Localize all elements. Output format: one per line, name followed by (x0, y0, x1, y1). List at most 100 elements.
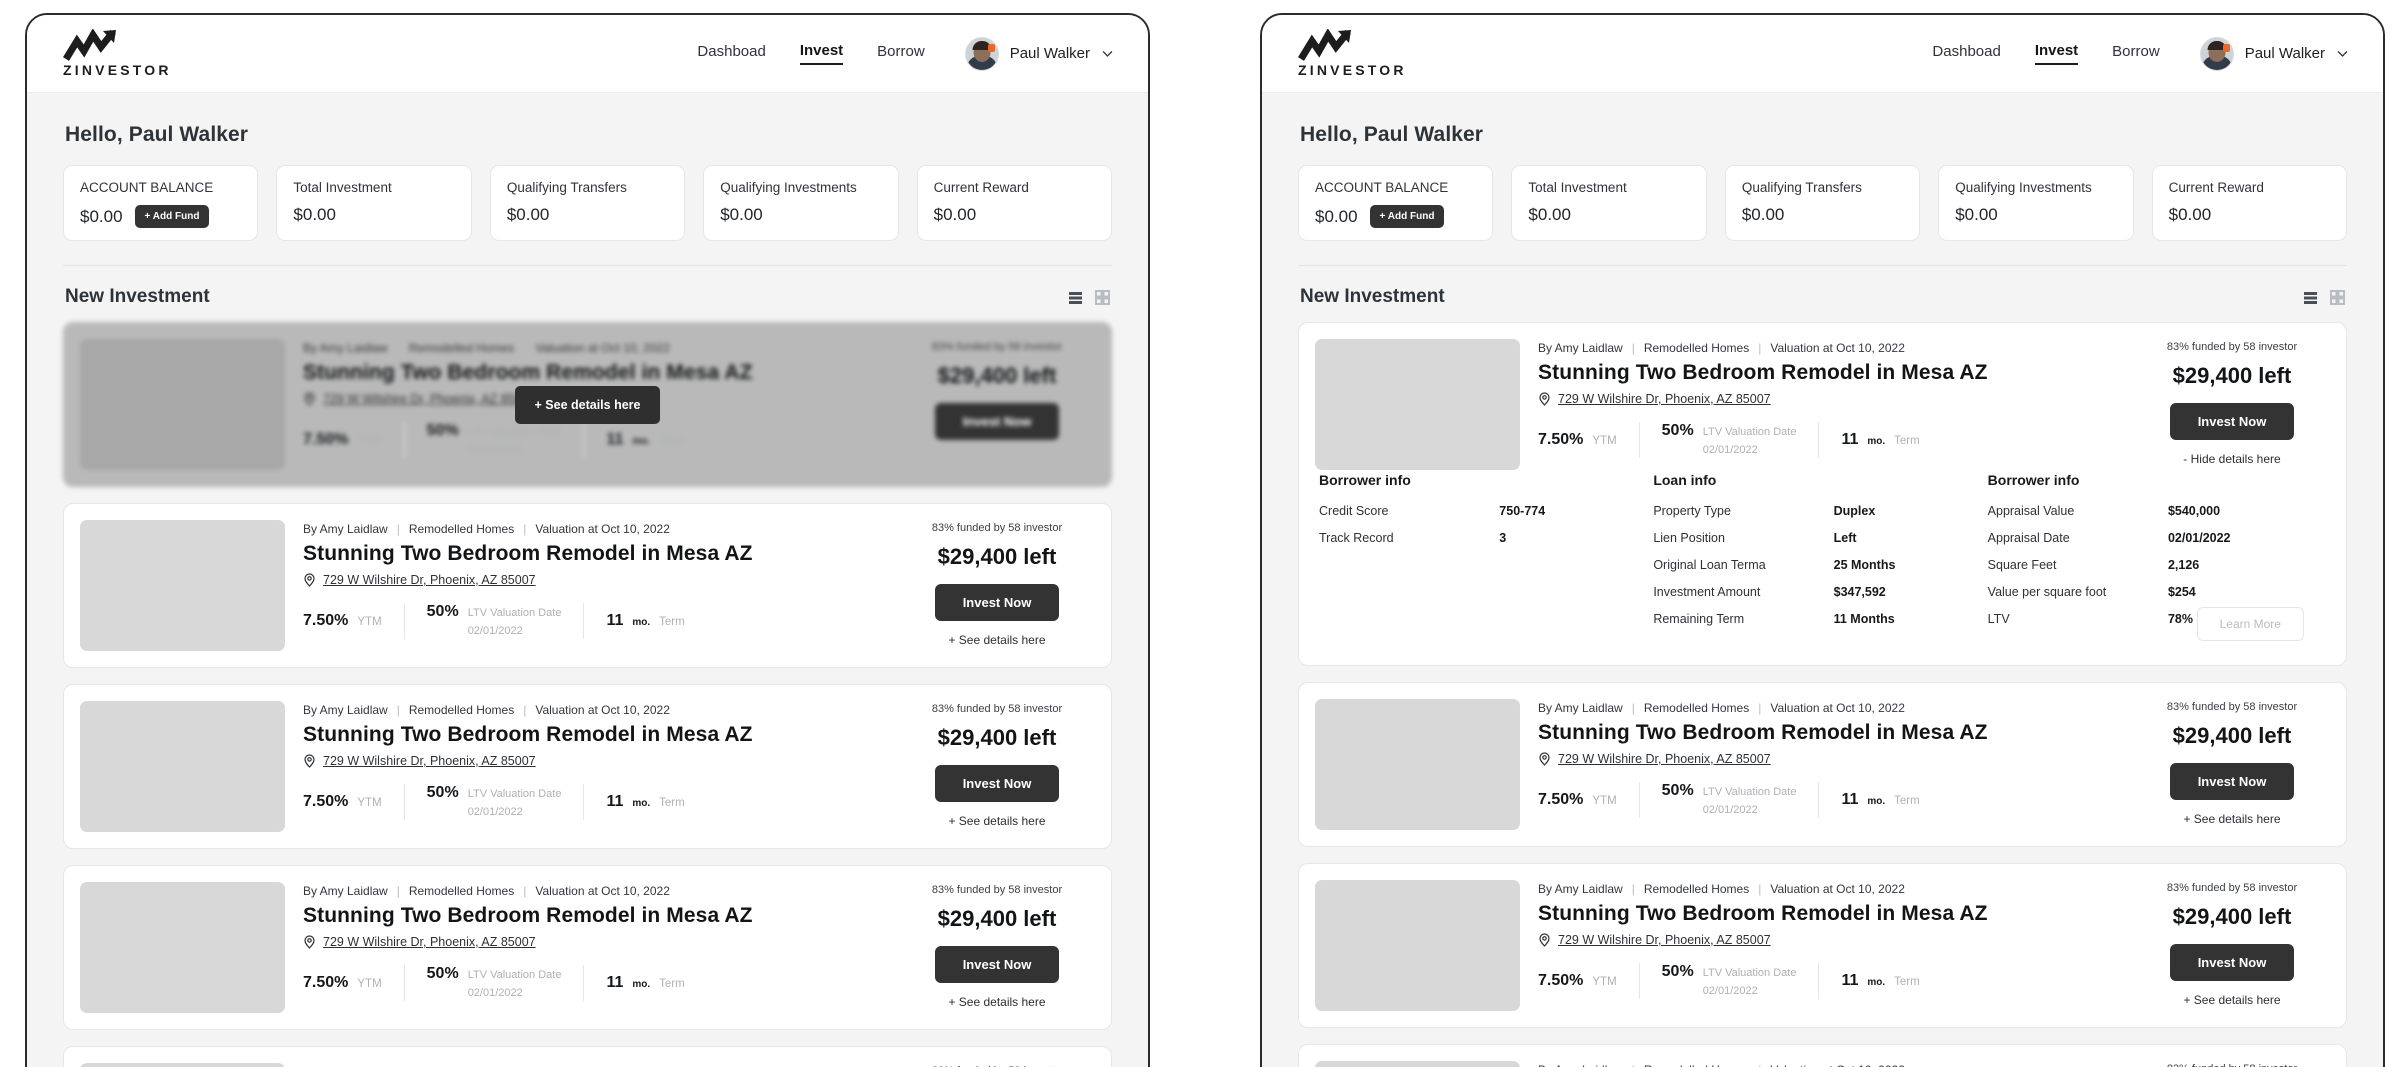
listing-address[interactable]: 729 W Wilshire Dr, Phoenix, AZ 85007 (1558, 392, 1771, 406)
detail-row: Square Feet 2,126 (1988, 558, 2304, 572)
listing-address[interactable]: 729 W Wilshire Dr, Phoenix, AZ 85007 (323, 754, 536, 768)
nav-link-dashboard[interactable]: Dashboad (1932, 43, 2000, 64)
location-pin-icon (1539, 752, 1550, 766)
amount-left: $29,400 left (2172, 723, 2292, 748)
meta-divider: | (523, 341, 527, 355)
see-details-link[interactable]: + See details here (948, 633, 1045, 647)
funded-status: 83% funded by 58 investor (931, 703, 1063, 715)
listing-valuation-date: Valuation at Oct 10, 2022 (1770, 341, 1905, 355)
invest-now-button[interactable]: Invest Now (2169, 944, 2295, 981)
user-menu[interactable]: Paul Walker (2199, 36, 2349, 71)
brand-logo[interactable]: ZINVESTOR (63, 29, 172, 78)
detail-value: Duplex (1833, 504, 1876, 518)
investment-card[interactable]: By Amy Laidlaw | Remodelled Homes | Valu… (63, 503, 1112, 668)
list-view-icon[interactable] (2303, 290, 2318, 305)
see-details-link[interactable]: + See details here (948, 814, 1045, 828)
detail-row: Original Loan Terma 25 Months (1653, 558, 1969, 572)
brand-logo[interactable]: ZINVESTOR (1298, 29, 1407, 78)
nav-link-invest[interactable]: Invest (2034, 42, 2079, 65)
stat-card-qualifying-transfers: Qualifying Transfers $0.00 (489, 165, 686, 241)
meta-divider: | (396, 884, 400, 898)
listing-valuation-date: Valuation at Oct 10, 2022 (1770, 882, 1905, 896)
invest-now-button[interactable]: Invest Now (2169, 403, 2295, 440)
grid-view-icon[interactable] (1095, 289, 1110, 305)
ltv-date: 02/01/2022 (467, 625, 523, 637)
detail-value: 02/01/2022 (2167, 531, 2231, 545)
investment-card[interactable]: By Amy Laidlaw | Remodelled Homes | Valu… (1298, 863, 2347, 1028)
see-details-link[interactable]: + See details here (2183, 812, 2280, 826)
term-value: 11 (606, 431, 624, 448)
investment-card[interactable]: By Amy Laidlaw | Remodelled Homes | Valu… (1298, 682, 2347, 847)
ytm-value: 7.50% (1538, 431, 1584, 448)
see-details-link[interactable]: + See details here (948, 995, 1045, 1009)
investment-card[interactable]: By Amy Laidlaw | Remodelled Homes | Valu… (63, 865, 1112, 1030)
investment-card[interactable]: By Amy Laidlaw | Remodelled Homes | Valu… (63, 684, 1112, 849)
term-unit: mo. (632, 979, 651, 990)
add-fund-button[interactable]: + Add Fund (134, 205, 210, 228)
listing-address[interactable]: 729 W Wilshire Dr, Phoenix, AZ 85007 (1558, 933, 1771, 947)
details-column-borrower-info: Borrower info Credit Score 750-774 Track … (1319, 472, 1653, 639)
amount-left: $29,400 left (937, 906, 1057, 931)
nav-link-dashboard[interactable]: Dashboad (697, 43, 765, 64)
amount-left: $29,400 left (2172, 363, 2292, 388)
investment-card[interactable]: By Amy Laidlaw | Remodelled Homes | Valu… (1298, 1044, 2347, 1067)
invest-now-button[interactable]: Invest Now (934, 584, 1060, 621)
listing-category: Remodelled Homes (408, 341, 515, 355)
invest-now-button[interactable]: Invest Now (934, 403, 1060, 440)
see-details-link[interactable]: + See details here (2183, 993, 2280, 1007)
invest-now-button[interactable]: Invest Now (934, 765, 1060, 802)
listing-address[interactable]: 729 W Wilshire Dr, Phoenix, AZ 85007 (323, 935, 536, 949)
stat-label: Current Reward (933, 180, 1029, 195)
user-menu[interactable]: Paul Walker (964, 36, 1114, 71)
investment-card-highlighted[interactable]: By Amy Laidlaw | Remodelled Homes | Valu… (63, 322, 1112, 487)
chevron-down-icon[interactable] (1101, 47, 1114, 60)
nav-link-invest[interactable]: Invest (799, 42, 844, 65)
detail-key: Track Record (1319, 531, 1394, 545)
term-value: 11 (1841, 431, 1859, 448)
listing-address[interactable]: 729 W Wilshire Dr, Phoenix, AZ 85007 (323, 392, 536, 406)
stat-label: ACCOUNT BALANCE (80, 180, 214, 195)
detail-value: Left (1833, 531, 1857, 545)
stat-value: $0.00 (1315, 206, 1358, 226)
ltv-label: LTV Valuation Date (467, 969, 562, 981)
invest-now-button[interactable]: Invest Now (2169, 763, 2295, 800)
add-fund-button[interactable]: + Add Fund (1369, 205, 1445, 228)
ytm-value: 7.50% (303, 431, 349, 448)
grid-view-icon[interactable] (2330, 289, 2345, 305)
listing-author: By Amy Laidlaw (1538, 701, 1623, 715)
listing-address[interactable]: 729 W Wilshire Dr, Phoenix, AZ 85007 (1558, 752, 1771, 766)
learn-more-button[interactable]: Learn More (2196, 607, 2304, 641)
detail-key: Appraisal Date (1987, 531, 2070, 545)
ltv-value: 50% (426, 422, 459, 439)
term-value: 11 (606, 612, 624, 629)
list-view-icon[interactable] (1068, 290, 1083, 305)
listing-valuation-date: Valuation at Oct 10, 2022 (535, 341, 670, 355)
listing-valuation-date: Valuation at Oct 10, 2022 (1770, 701, 1905, 715)
meta-divider: | (1631, 701, 1635, 715)
location-pin-icon (304, 392, 315, 406)
stat-label: Qualifying Transfers (1741, 180, 1862, 195)
hide-details-link[interactable]: - Hide details here (2183, 452, 2280, 466)
amount-left: $29,400 left (937, 725, 1057, 750)
property-thumbnail (80, 520, 285, 651)
investment-card-expanded[interactable]: By Amy Laidlaw | Remodelled Homes | Valu… (1298, 322, 2347, 666)
amount-left: $29,400 left (937, 544, 1057, 569)
ltv-label: LTV Valuation Date (1702, 426, 1797, 438)
investment-card[interactable]: By Amy Laidlaw | Remodelled Homes | Valu… (63, 1046, 1112, 1067)
stat-card-qualifying-investments: Qualifying Investments $0.00 (703, 165, 899, 241)
detail-row: Property Type Duplex (1653, 504, 1969, 518)
section-title: New Investment (1300, 286, 1445, 307)
listing-address[interactable]: 729 W Wilshire Dr, Phoenix, AZ 85007 (323, 573, 536, 587)
investment-list: By Amy Laidlaw | Remodelled Homes | Valu… (63, 322, 1112, 1067)
term-unit: mo. (632, 436, 651, 447)
meta-divider: | (1632, 1063, 1635, 1067)
nav-link-borrow[interactable]: Borrow (877, 43, 925, 64)
invest-now-button[interactable]: Invest Now (934, 946, 1060, 983)
stat-value: $0.00 (293, 205, 336, 224)
listing-author: By Amy Laidlaw (303, 522, 388, 536)
property-thumbnail (1315, 880, 1520, 1011)
chevron-down-icon[interactable] (2336, 47, 2349, 60)
nav-link-borrow[interactable]: Borrow (2112, 43, 2160, 64)
meta-divider: | (523, 884, 527, 898)
section-header: New Investment (1300, 286, 2345, 308)
